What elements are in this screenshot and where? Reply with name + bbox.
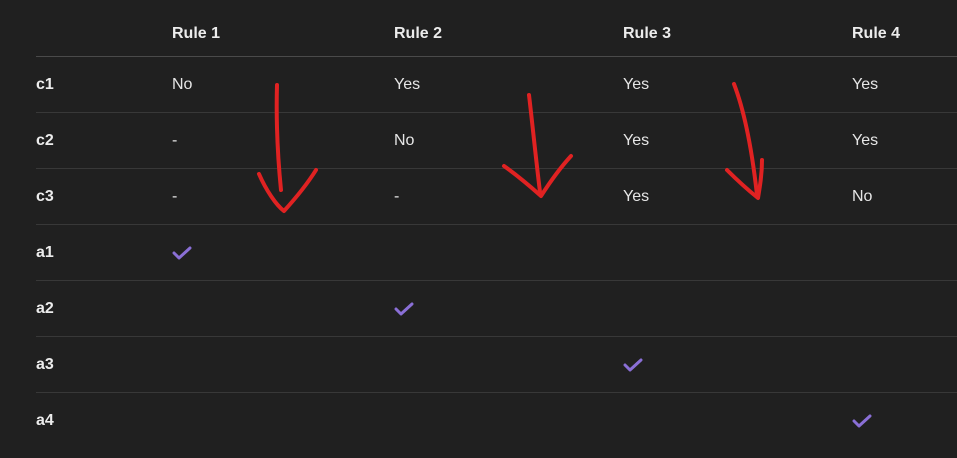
table-cell [172, 224, 394, 281]
header-corner [36, 12, 172, 57]
table-cell: No [852, 168, 957, 225]
header-rule-1: Rule 1 [172, 12, 394, 57]
table-row-c2: c2 - No Yes Yes [36, 112, 957, 169]
table-row-a4: a4 [36, 393, 957, 449]
row-label: c1 [36, 56, 172, 113]
table-cell [623, 393, 852, 449]
table-cell: Yes [852, 112, 957, 169]
table-cell [172, 393, 394, 449]
checkmark-icon [852, 413, 872, 429]
table-cell: Yes [623, 56, 852, 113]
table-cell [623, 336, 852, 393]
header-rule-4: Rule 4 [852, 12, 957, 57]
table-cell [172, 336, 394, 393]
table-row-a3: a3 [36, 336, 957, 393]
table-row-c3: c3 - - Yes No [36, 168, 957, 225]
table-cell: Yes [394, 56, 623, 113]
row-label: c2 [36, 112, 172, 169]
row-label: a3 [36, 336, 172, 393]
table-row-a2: a2 [36, 280, 957, 337]
table-cell: - [394, 168, 623, 225]
table-cell: No [394, 112, 623, 169]
table-row-a1: a1 [36, 224, 957, 281]
table-cell [623, 280, 852, 337]
table-cell [172, 280, 394, 337]
table-cell [623, 224, 852, 281]
header-rule-3: Rule 3 [623, 12, 852, 57]
table-row-c1: c1 No Yes Yes Yes [36, 56, 957, 113]
table-cell [394, 224, 623, 281]
header-rule-2: Rule 2 [394, 12, 623, 57]
checkmark-icon [172, 245, 192, 261]
row-label: a4 [36, 411, 54, 429]
checkmark-icon [623, 357, 643, 373]
table-cell: No [172, 56, 394, 113]
row-label: c3 [36, 168, 172, 225]
table-cell [852, 393, 957, 449]
table-cell [852, 280, 957, 337]
table-cell: Yes [623, 168, 852, 225]
table-cell [852, 336, 957, 393]
table-cell: - [172, 168, 394, 225]
header-row: Rule 1 Rule 2 Rule 3 Rule 4 [36, 12, 957, 57]
table-cell [394, 393, 623, 449]
table-cell: Yes [623, 112, 852, 169]
screenshot-canvas: Rule 1 Rule 2 Rule 3 Rule 4 c1 No Yes Ye… [0, 0, 957, 458]
table-cell: Yes [852, 56, 957, 113]
table-cell: - [172, 112, 394, 169]
table-cell [394, 280, 623, 337]
decision-table: Rule 1 Rule 2 Rule 3 Rule 4 c1 No Yes Ye… [36, 12, 957, 448]
checkmark-icon [394, 301, 414, 317]
table-cell [852, 224, 957, 281]
table-cell [394, 336, 623, 393]
row-label: a1 [36, 224, 172, 281]
row-label: a2 [36, 280, 172, 337]
